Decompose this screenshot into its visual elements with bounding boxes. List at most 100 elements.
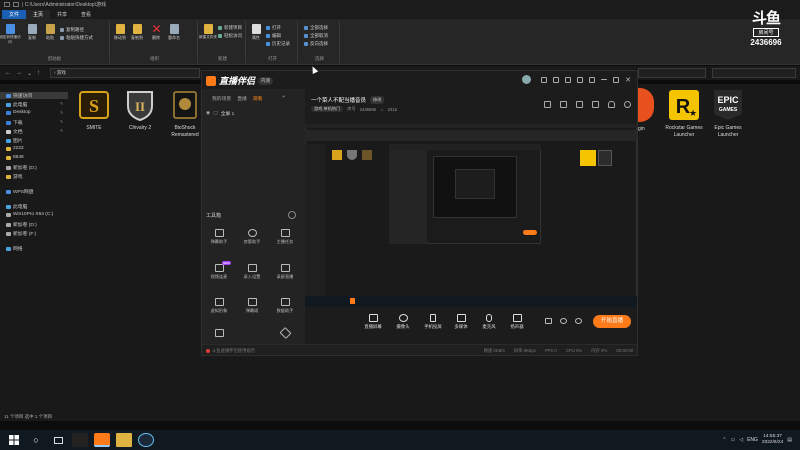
game-app-icon[interactable]	[72, 433, 88, 447]
nav-drive-d-2[interactable]: 新加卷 (D:)	[6, 221, 37, 228]
nav-pictures[interactable]: 图片	[6, 137, 23, 144]
add-screen-capture-button[interactable]: 直播屏幕	[359, 314, 387, 330]
speaker-button[interactable]: 扬声器	[503, 314, 531, 330]
nav-wps-cloud[interactable]: WPS网盘	[6, 188, 34, 195]
nav-network[interactable]: 网络	[6, 245, 23, 252]
gift-icon[interactable]	[544, 101, 551, 108]
copy-to-button[interactable]: 复制到	[129, 24, 145, 41]
add-phone-cast-button[interactable]: 手机投屏	[419, 314, 447, 330]
settings-gear-icon[interactable]	[575, 318, 582, 324]
volume-icon[interactable]: ◁	[739, 437, 743, 443]
paste-button[interactable]: 粘贴	[42, 24, 58, 41]
nav-downloads[interactable]: 下载	[6, 119, 23, 126]
skin-icon[interactable]	[553, 76, 560, 83]
record-icon[interactable]	[545, 318, 552, 324]
up-arrow-icon[interactable]: ↑	[37, 70, 40, 76]
open-button[interactable]: 打开	[266, 25, 281, 31]
select-all-button[interactable]: 全部选择	[304, 25, 328, 31]
nav-games[interactable]: 游戏	[6, 173, 23, 180]
clock[interactable]: 14:55:37 2022/6/24	[762, 434, 783, 446]
network-icon[interactable]: ▭	[730, 437, 735, 443]
nav-drive-c[interactable]: Win10Pro X64 (C:)	[6, 212, 53, 217]
tool-danmaku-helper[interactable]: 弹幕助手	[204, 229, 234, 245]
nav-8848[interactable]: 8848	[6, 155, 24, 160]
tab-file[interactable]: 文件	[2, 10, 27, 19]
address-input[interactable]: › 游戏	[50, 68, 200, 78]
new-folder-button[interactable]: 新建文件夹	[199, 24, 217, 40]
search-input[interactable]	[712, 68, 796, 78]
edit-button[interactable]: 编辑	[266, 33, 281, 39]
file-explorer-icon[interactable]	[116, 433, 132, 447]
tool-data-helper[interactable]: 数据助手	[270, 298, 300, 314]
add-camera-button[interactable]: 摄像头	[389, 314, 417, 330]
paste-shortcut-button[interactable]: 粘贴快捷方式	[60, 35, 93, 41]
windows-start-icon[interactable]	[6, 433, 22, 447]
nav-2222[interactable]: 2222	[6, 146, 24, 151]
nav-this-pc-2[interactable]: 此电脑	[6, 203, 27, 210]
stream-preview[interactable]	[305, 124, 637, 307]
tool-more[interactable]	[204, 329, 234, 337]
refresh-area[interactable]	[638, 68, 706, 78]
tab-share[interactable]: 共享	[50, 10, 74, 19]
tab-watch[interactable]: 观看	[253, 95, 263, 102]
invert-selection-button[interactable]: 反向选择	[304, 41, 328, 47]
close-icon[interactable]: ✕	[625, 76, 631, 84]
copy-path-button[interactable]: 复制路径	[60, 27, 84, 33]
file-item-chivalry-2[interactable]: II Chivalry 2	[118, 88, 162, 132]
file-item-rockstar[interactable]: R ★ Rockstar Games Launcher	[662, 88, 706, 138]
file-item-epic[interactable]: EPIC GAMES Epic Games Launcher	[706, 88, 750, 138]
steam-icon[interactable]	[138, 433, 154, 447]
category-tag[interactable]: 游戏 单机热门	[311, 106, 344, 112]
tool-avatar[interactable]: 虚拟形象	[204, 298, 234, 314]
version-badge[interactable]: 内测	[258, 76, 274, 85]
maximize-icon[interactable]	[613, 76, 620, 83]
nav-documents[interactable]: 文档	[6, 128, 23, 135]
avatar[interactable]	[522, 75, 532, 84]
nav-drive-f[interactable]: 新加卷 (F:)	[6, 230, 36, 237]
start-live-button[interactable]: 开始直播	[593, 315, 631, 328]
eye-icon[interactable]	[560, 318, 567, 324]
bell-icon[interactable]	[608, 101, 615, 108]
forward-arrow-icon[interactable]: →	[16, 70, 22, 76]
tab-live[interactable]: 直播	[237, 95, 247, 102]
scene-item[interactable]: ◉ ▢ 全屏 1	[206, 110, 305, 117]
move-to-button[interactable]: 移动到	[112, 24, 128, 41]
tool-extra[interactable]	[270, 326, 300, 340]
streaming-app-taskbar-icon[interactable]	[94, 433, 110, 447]
new-item-button[interactable]: 新建项目	[218, 25, 242, 31]
tool-room-admin[interactable]: 房管助手	[237, 229, 267, 245]
add-media-button[interactable]: 多媒体	[447, 314, 475, 330]
menu-icon[interactable]	[589, 76, 596, 83]
add-scene-icon[interactable]: +	[282, 95, 285, 102]
search-icon[interactable]: ○	[28, 433, 44, 447]
tab-view[interactable]: 查看	[74, 10, 98, 19]
task-view-icon[interactable]	[50, 433, 66, 447]
microphone-button[interactable]: 麦克风	[475, 314, 503, 330]
quick-access-toolbar-icon[interactable]	[4, 2, 10, 7]
settings-icon[interactable]	[565, 76, 572, 83]
nav-drive-d[interactable]: 新加卷 (D:)	[6, 164, 37, 171]
pin-quick-access-button[interactable]: 固定到快速访问	[0, 24, 21, 45]
tool-input-settings[interactable]: 录入设置	[237, 264, 267, 280]
tab-my-scenes[interactable]: 我的场景	[212, 95, 231, 102]
select-none-button[interactable]: 全部取消	[304, 33, 328, 39]
easy-access-button[interactable]: 轻松访问	[218, 33, 242, 39]
file-item-smite[interactable]: S SMITE	[72, 88, 116, 132]
toolbox-settings-icon[interactable]	[288, 211, 296, 219]
lock-icon[interactable]: ▢	[213, 111, 218, 116]
notification-icon[interactable]: ▤	[787, 437, 792, 443]
nav-this-pc[interactable]: 此电脑	[6, 101, 27, 108]
properties-button[interactable]: 属性	[248, 24, 264, 41]
eye-icon[interactable]: ◉	[206, 111, 210, 116]
tool-screen-record[interactable]: 录屏直播	[270, 264, 300, 280]
grid-icon[interactable]	[560, 101, 567, 108]
tool-video-link[interactable]: 视频连麦 NEW	[204, 261, 234, 280]
language-indicator[interactable]: ENG	[747, 437, 758, 443]
message-icon[interactable]	[541, 76, 548, 83]
tab-home[interactable]: 主页	[26, 10, 51, 19]
history-chevron-icon[interactable]: ⌄	[27, 70, 32, 77]
minimize-icon[interactable]	[601, 79, 608, 80]
nav-desktop[interactable]: Desktop	[6, 110, 31, 115]
share-icon[interactable]	[624, 101, 631, 108]
tool-danmaku-ji[interactable]: 弹幕姬	[237, 298, 267, 314]
